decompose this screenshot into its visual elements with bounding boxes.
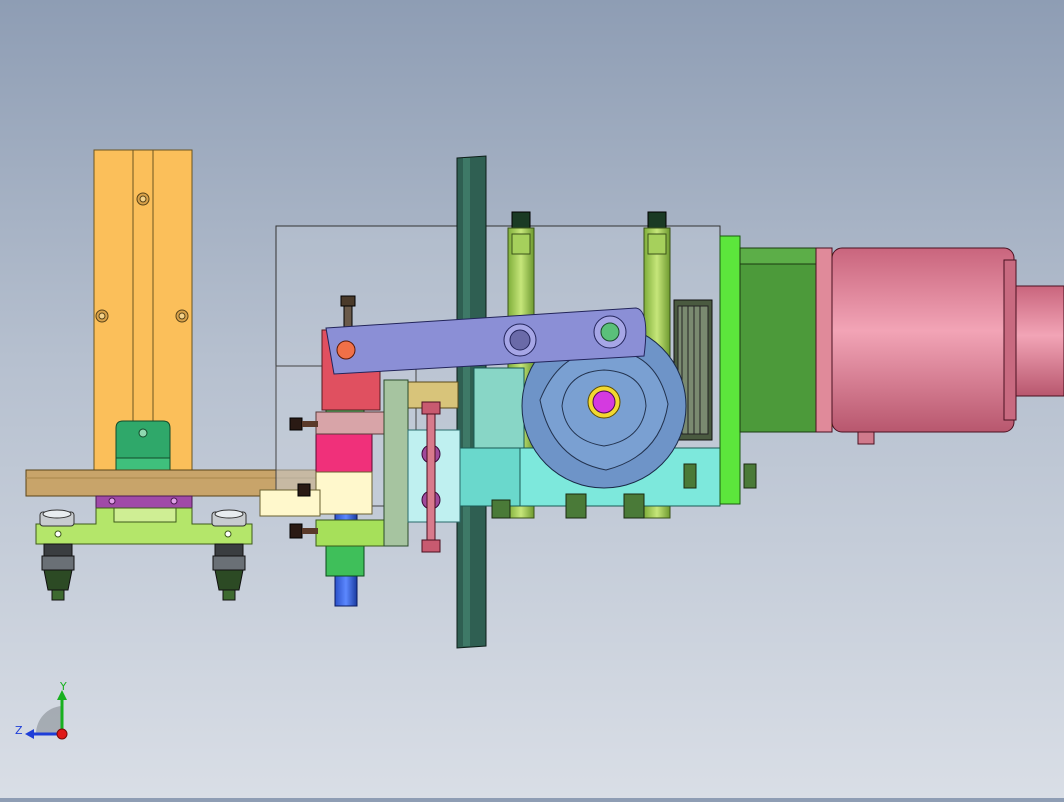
hex-nut-left-part[interactable]: [39, 509, 75, 527]
triad-arc-icon: [35, 706, 62, 734]
yellow-block-part[interactable]: [315, 471, 373, 515]
cad-viewport[interactable]: Y Z: [0, 0, 1064, 798]
screw-icon: [170, 497, 178, 505]
magenta-slider-part[interactable]: [315, 433, 373, 473]
z-axis-label: Z: [15, 724, 23, 737]
bright-green-plate-part[interactable]: [719, 235, 741, 505]
green-bracket-part[interactable]: [115, 420, 171, 471]
rod-collar-bottom-part[interactable]: [325, 545, 365, 577]
suction-nozzle-left-part[interactable]: [41, 543, 75, 601]
sage-plate-part[interactable]: [383, 379, 409, 547]
y-axis-label: Y: [59, 680, 67, 693]
x-axis-dot-icon: [56, 728, 68, 740]
pink-clamp-part[interactable]: [315, 411, 389, 435]
view-triad[interactable]: Y Z: [15, 680, 68, 740]
motor-gearbox-part[interactable]: [739, 247, 843, 433]
suction-nozzle-right-part[interactable]: [212, 543, 246, 601]
screw-icon: [108, 497, 116, 505]
pink-motor-part[interactable]: [831, 247, 1064, 445]
hex-nut-right-part[interactable]: [211, 509, 247, 527]
lime-rod-plate-part[interactable]: [315, 519, 385, 547]
cad-model-canvas[interactable]: Y Z: [0, 0, 1064, 798]
yellow-tab-part[interactable]: [259, 489, 321, 517]
